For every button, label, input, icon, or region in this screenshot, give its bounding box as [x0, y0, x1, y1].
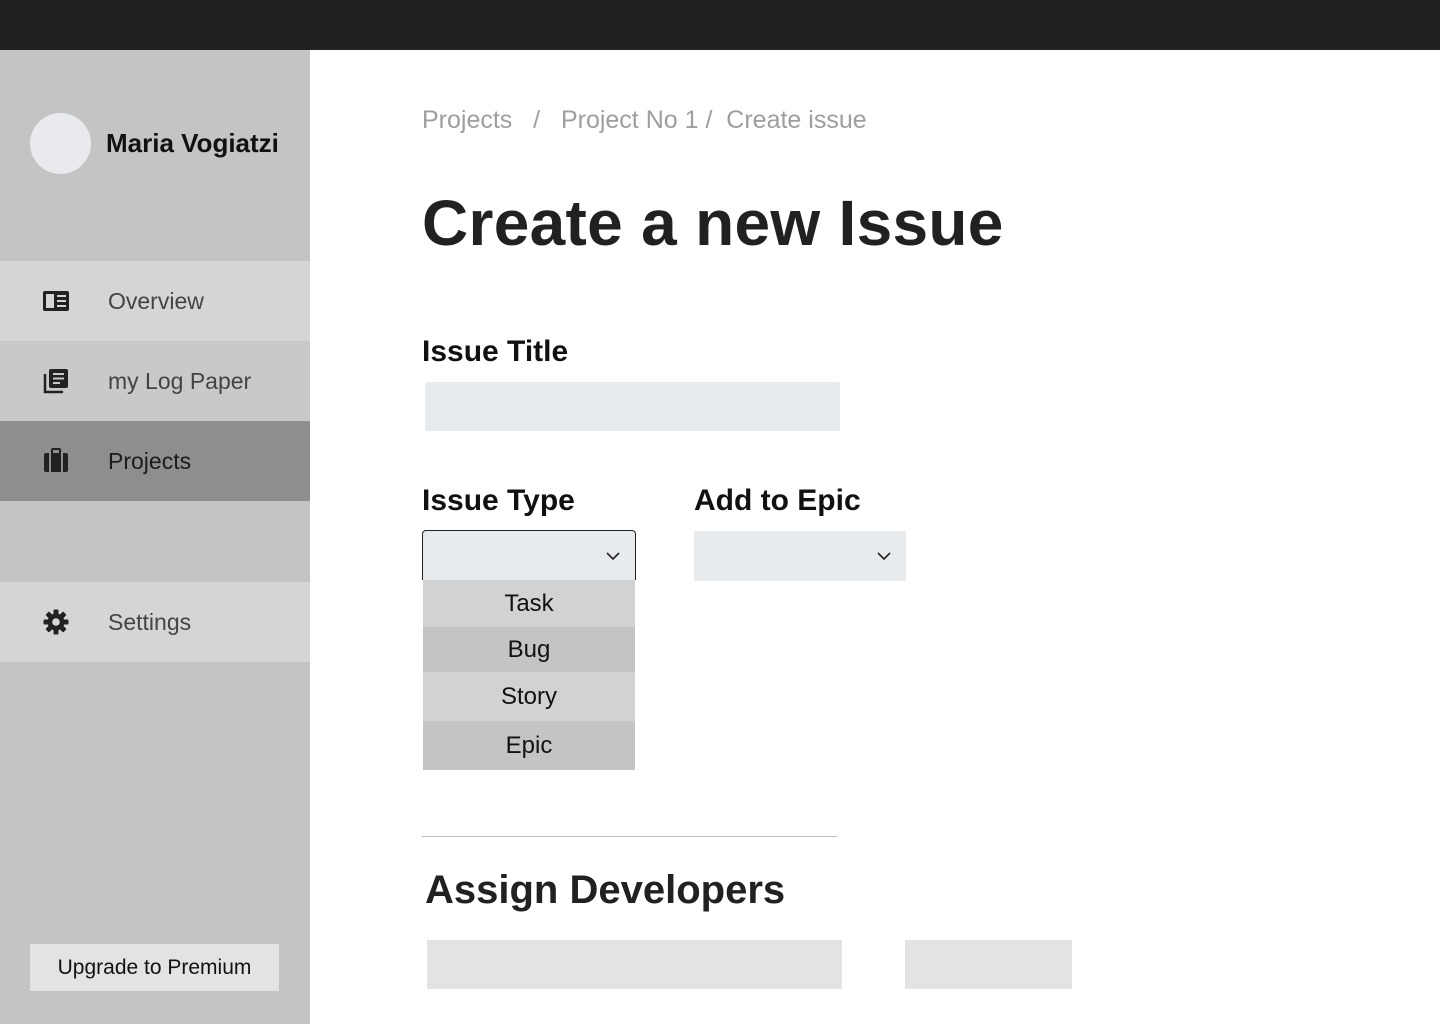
dropdown-option-epic[interactable]: Epic [423, 721, 635, 770]
issue-type-label: Issue Type [422, 484, 575, 517]
main-content: Projects / Project No 1 / Create issue C… [310, 50, 1440, 1024]
epic-label: Add to Epic [694, 484, 861, 517]
breadcrumb-separator: / [512, 106, 561, 134]
page-title: Create a new Issue [422, 187, 1004, 259]
avatar[interactable] [30, 112, 91, 174]
sidebar-item-label: my Log Paper [108, 367, 252, 394]
dropdown-option-task[interactable]: Task [423, 580, 635, 627]
briefcase-icon [42, 447, 70, 475]
breadcrumb-separator: / [698, 106, 727, 134]
sidebar-item-overview[interactable]: Overview [0, 261, 310, 341]
upgrade-button[interactable]: Upgrade to Premium [30, 944, 279, 991]
developer-role-input[interactable] [905, 940, 1072, 989]
dropdown-option-bug[interactable]: Bug [423, 627, 635, 672]
user-profile[interactable]: Maria Vogiatzi [30, 112, 279, 174]
breadcrumb-project[interactable]: Project No 1 [561, 106, 699, 135]
issue-title-label: Issue Title [422, 335, 569, 368]
assign-developers-title: Assign Developers [425, 868, 786, 912]
gear-icon [42, 608, 70, 636]
breadcrumb: Projects / Project No 1 / Create issue [422, 106, 867, 135]
issue-type-select[interactable] [422, 530, 636, 580]
developer-input[interactable] [427, 940, 842, 989]
chevron-down-icon [606, 551, 620, 560]
issue-type-dropdown: Task Bug Story Epic [423, 580, 635, 770]
sidebar-item-projects[interactable]: Projects [0, 421, 310, 501]
sidebar-item-label: Overview [108, 287, 204, 314]
sidebar-item-settings[interactable]: Settings [0, 582, 310, 662]
breadcrumb-projects[interactable]: Projects [422, 106, 512, 135]
sidebar-item-label: Projects [108, 447, 192, 474]
top-bar [0, 0, 1440, 50]
sidebar: Maria Vogiatzi Overview my Log Paper Pro… [0, 50, 310, 1024]
chevron-down-icon [877, 552, 891, 561]
issue-title-input[interactable] [425, 382, 840, 431]
sidebar-item-label: Settings [108, 608, 192, 635]
epic-select[interactable] [694, 531, 906, 581]
sidebar-item-log-paper[interactable]: my Log Paper [0, 341, 310, 421]
section-divider [422, 836, 837, 837]
dropdown-option-story[interactable]: Story [423, 672, 635, 721]
newspaper-icon [42, 287, 70, 315]
user-name: Maria Vogiatzi [106, 127, 279, 158]
library-books-icon [42, 367, 70, 395]
breadcrumb-current: Create issue [726, 106, 867, 134]
